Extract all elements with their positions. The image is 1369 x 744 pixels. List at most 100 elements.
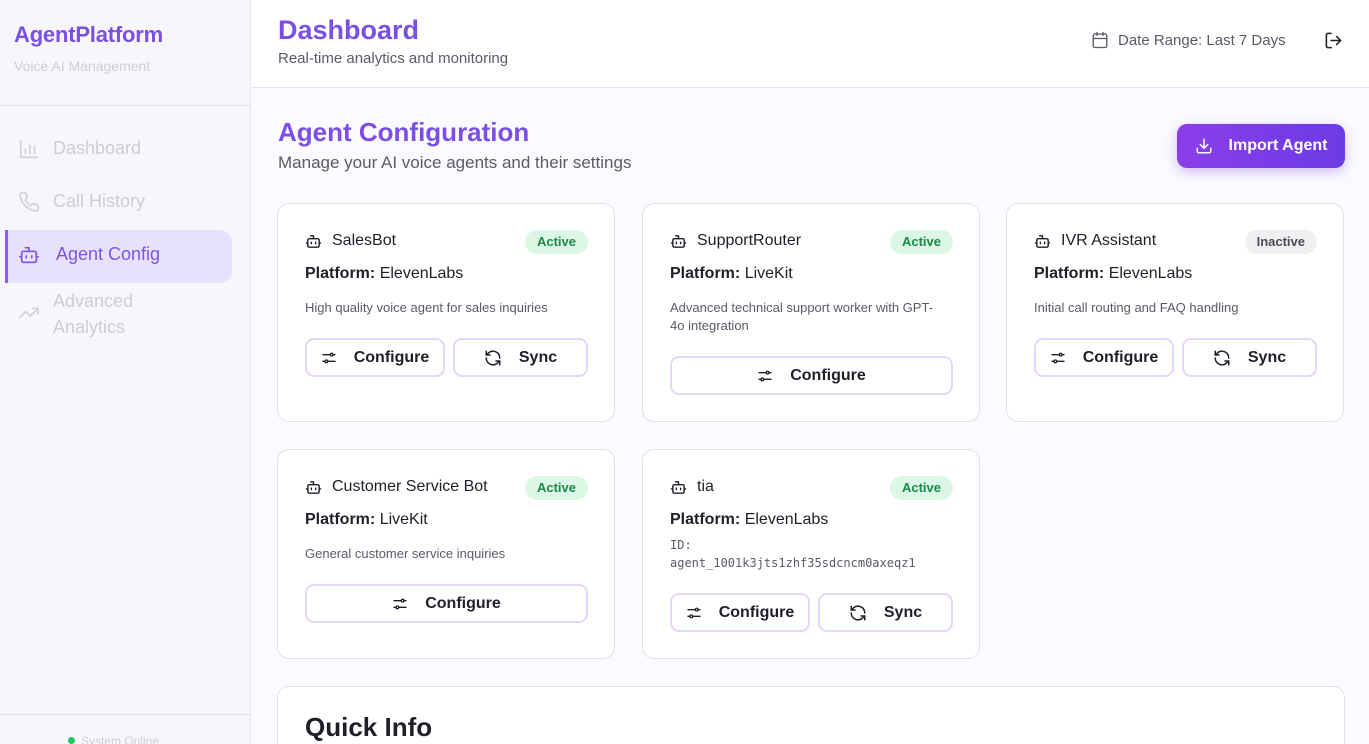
brand-subtitle: Voice AI Management: [14, 58, 151, 74]
quick-info-title: Quick Info: [305, 712, 433, 742]
configure-button[interactable]: Configure: [1034, 338, 1174, 377]
agent-platform: Platform: LiveKit: [670, 265, 793, 283]
sliders-icon: [758, 370, 772, 381]
import-agent-button[interactable]: Import Agent: [1177, 124, 1345, 168]
calendar-icon: [1092, 31, 1108, 49]
status-badge: Active: [524, 230, 588, 254]
agent-description: High quality voice agent for sales inqui…: [305, 300, 548, 315]
sidebar-item-call-history[interactable]: Call History: [0, 177, 250, 230]
agent-card-tia: tia Active Platform: ElevenLabs ID: agen…: [642, 449, 980, 659]
trending-up-icon: [19, 307, 39, 319]
sidebar-footer: System Online: [0, 714, 251, 744]
status-badge: Inactive: [1244, 230, 1317, 254]
configure-button[interactable]: Configure: [670, 356, 953, 395]
agent-name: SalesBot: [305, 232, 396, 250]
agent-name-text: IVR Assistant: [1061, 232, 1157, 249]
configure-label: Configure: [790, 366, 866, 384]
logout-icon: [1325, 32, 1342, 49]
sidebar-item-label: Dashboard: [53, 138, 142, 158]
page-subtitle: Real-time analytics and monitoring: [278, 50, 509, 67]
page-title: Dashboard: [278, 15, 420, 45]
sliders-icon: [393, 598, 407, 609]
platform-label: Platform:: [670, 511, 741, 528]
date-range-label: Date Range: Last 7 Days: [1118, 31, 1286, 49]
configure-label: Configure: [353, 348, 430, 366]
configure-button[interactable]: Configure: [305, 584, 588, 623]
configure-label: Configure: [425, 594, 501, 612]
sync-button[interactable]: Sync: [1182, 338, 1317, 377]
sync-button[interactable]: Sync: [453, 338, 588, 377]
agent-card-supportrouter: SupportRouter Active Platform: LiveKit A…: [642, 203, 980, 422]
brand-title: AgentPlatform: [14, 22, 163, 47]
sync-label: Sync: [883, 603, 923, 621]
bot-icon: [305, 480, 322, 494]
agent-card-ivr-assistant: IVR Assistant Inactive Platform: ElevenL…: [1006, 203, 1344, 422]
section-subtitle: Manage your AI voice agents and their se…: [278, 153, 632, 172]
status-badge: Active: [889, 230, 953, 254]
sidebar: AgentPlatform Voice AI Management Dashbo…: [0, 0, 251, 744]
sidebar-item-agent-config[interactable]: Agent Config: [5, 230, 232, 283]
sidebar-item-advanced-analytics[interactable]: Advanced Analytics: [0, 283, 250, 353]
refresh-icon: [850, 605, 866, 620]
agent-name: IVR Assistant: [1034, 232, 1156, 250]
bot-icon: [19, 246, 39, 264]
platform-value: ElevenLabs: [744, 511, 829, 528]
sliders-icon: [687, 607, 701, 618]
agent-name: tia: [670, 478, 714, 496]
status-badge: Active: [524, 476, 588, 500]
brand: AgentPlatform Voice AI Management: [0, 0, 250, 106]
agent-description: Advanced technical support worker with G…: [670, 300, 934, 333]
bot-icon: [670, 480, 687, 494]
sidebar-item-dashboard[interactable]: Dashboard: [0, 124, 250, 177]
refresh-icon: [1214, 350, 1230, 365]
status-dot: [68, 737, 75, 744]
bot-icon: [1034, 234, 1051, 248]
sync-label: Sync: [1247, 348, 1287, 366]
agent-name-text: Customer Service Bot: [332, 478, 488, 495]
date-range-selector[interactable]: Date Range: Last 7 Days: [1091, 31, 1286, 49]
agent-platform: Platform: ElevenLabs: [305, 265, 463, 283]
bot-icon: [305, 234, 322, 248]
configure-button[interactable]: Configure: [305, 338, 445, 377]
agent-name: SupportRouter: [670, 232, 801, 250]
section-title: Agent Configuration: [278, 117, 530, 147]
agent-platform: Platform: ElevenLabs: [1034, 265, 1192, 283]
status-badge: Active: [889, 476, 953, 500]
agent-name: Customer Service Bot: [305, 478, 488, 496]
top-header: Dashboard Real-time analytics and monito…: [251, 0, 1369, 88]
platform-label: Platform:: [305, 511, 376, 528]
agent-card-salesbot: SalesBot Active Platform: ElevenLabs Hig…: [277, 203, 615, 422]
sidebar-item-label: Call History: [53, 191, 146, 211]
sync-button[interactable]: Sync: [818, 593, 953, 632]
sidebar-item-label: Advanced Analytics: [53, 291, 134, 337]
agent-card-customer-service-bot: Customer Service Bot Active Platform: Li…: [277, 449, 615, 659]
platform-value: LiveKit: [379, 511, 428, 528]
import-agent-label: Import Agent: [1228, 137, 1328, 154]
quick-info-panel: Quick Info: [277, 686, 1345, 744]
agent-platform: Platform: ElevenLabs: [670, 511, 828, 529]
sidebar-item-label: Agent Config: [56, 244, 161, 264]
download-icon: [1196, 138, 1212, 154]
sync-label: Sync: [518, 348, 558, 366]
refresh-icon: [485, 350, 501, 365]
configure-label: Configure: [718, 603, 795, 621]
logout-button[interactable]: [1324, 31, 1343, 55]
system-status: System Online: [81, 734, 160, 744]
sliders-icon: [1051, 352, 1065, 363]
platform-label: Platform:: [305, 265, 376, 282]
platform-label: Platform:: [670, 265, 741, 282]
agent-name-text: SupportRouter: [697, 232, 802, 249]
platform-value: ElevenLabs: [1108, 265, 1193, 282]
platform-value: ElevenLabs: [379, 265, 464, 282]
agent-id-label: ID:: [670, 538, 692, 552]
agent-name-text: tia: [697, 478, 714, 495]
agent-id: ID: agent_1001k3jts1zhf35sdcncm0axeqz1: [670, 536, 916, 572]
platform-label: Platform:: [1034, 265, 1105, 282]
agent-platform: Platform: LiveKit: [305, 511, 428, 529]
configure-button[interactable]: Configure: [670, 593, 810, 632]
phone-icon: [19, 192, 39, 212]
sidebar-nav: Dashboard Call History Agent Config Adva…: [0, 106, 250, 353]
configure-label: Configure: [1082, 348, 1159, 366]
platform-value: LiveKit: [744, 265, 793, 282]
agent-description: Initial call routing and FAQ handling: [1034, 300, 1239, 315]
